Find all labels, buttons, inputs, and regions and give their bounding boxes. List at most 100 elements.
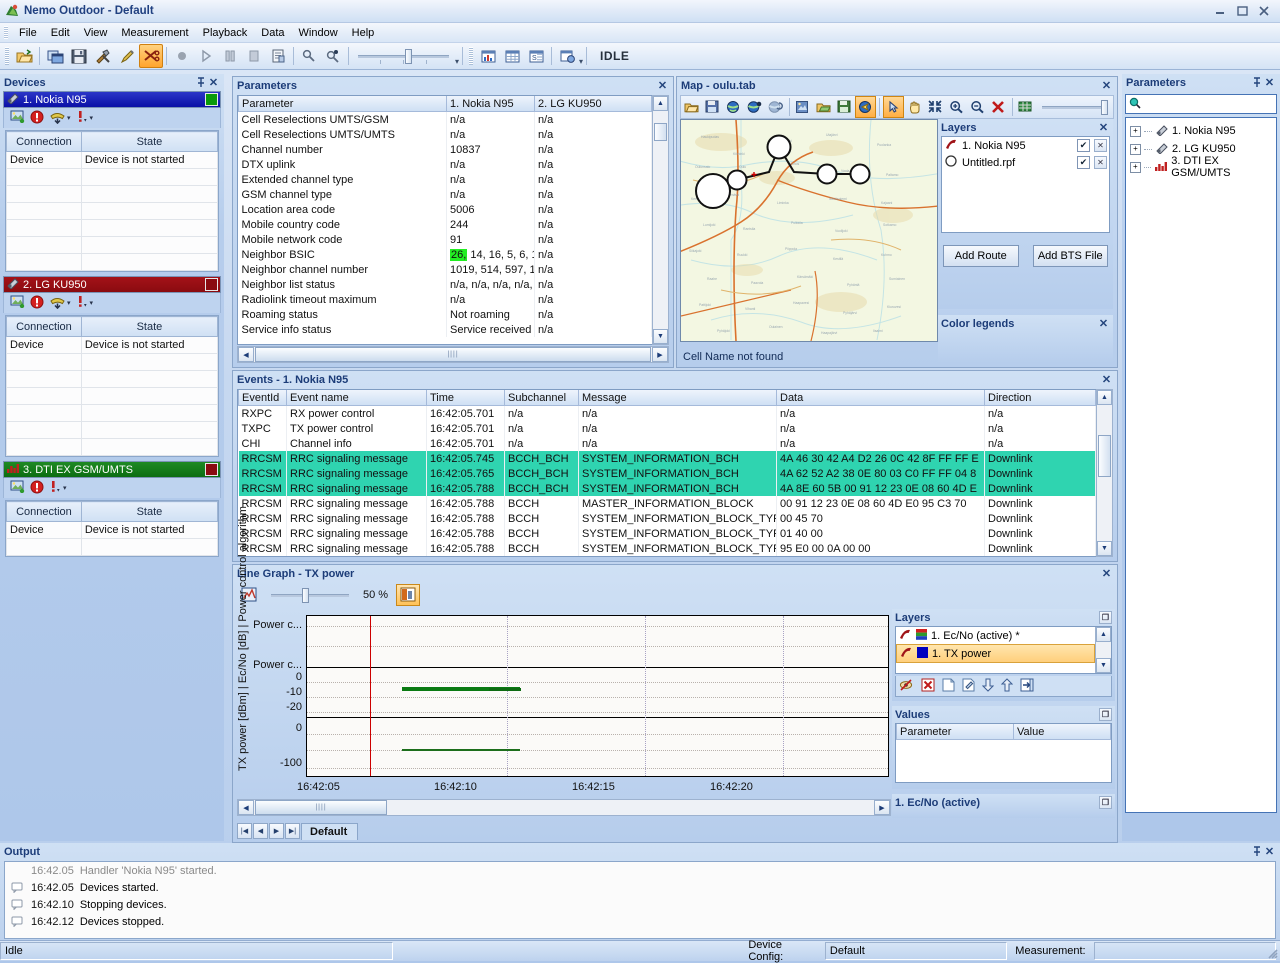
- pin-icon[interactable]: [1250, 845, 1263, 858]
- parameters-grid[interactable]: Parameter1. Nokia N952. LG KU950 Cell Re…: [237, 95, 653, 345]
- table-row[interactable]: [7, 405, 218, 422]
- menu-edit[interactable]: Edit: [44, 25, 77, 41]
- scroll-thumb-h[interactable]: ||||: [255, 347, 651, 362]
- table-row[interactable]: Neighbor channel number1019, 514, 597, 1…: [239, 262, 652, 277]
- dropdown-arrow-icon[interactable]: ▾: [67, 299, 71, 307]
- marker-icon[interactable]: [297, 44, 321, 68]
- values-column-header[interactable]: Parameter: [897, 724, 1014, 740]
- screenshot-icon[interactable]: [10, 110, 25, 126]
- table-row[interactable]: RRCSMRRC signaling message16:42:05.788BC…: [239, 541, 1096, 556]
- open-icon[interactable]: [12, 44, 36, 68]
- menu-help[interactable]: Help: [345, 25, 382, 41]
- table-row[interactable]: Radiolink timeout maximumn/an/a: [239, 292, 652, 307]
- new-grid-icon[interactable]: [500, 44, 524, 68]
- view-toolbar-overflow-icon[interactable]: ▾: [579, 57, 583, 69]
- scroll-down-icon[interactable]: ▼: [1096, 658, 1111, 673]
- scroll-down-icon[interactable]: ▼: [653, 329, 668, 344]
- table-row[interactable]: DeviceDevice is not started: [7, 337, 218, 354]
- close-button[interactable]: [1254, 3, 1274, 19]
- menu-measurement[interactable]: Measurement: [114, 25, 195, 41]
- table-row[interactable]: Cell Reselections UMTS/GSMn/an/a: [239, 112, 652, 128]
- menu-grip[interactable]: [4, 26, 8, 39]
- screenshot-icon[interactable]: [10, 295, 25, 311]
- table-row[interactable]: DeviceDevice is not started: [7, 522, 218, 539]
- table-row[interactable]: RRCSMRRC signaling message16:42:05.745BC…: [239, 451, 1096, 466]
- table-row[interactable]: [7, 254, 218, 271]
- scroll-left-icon[interactable]: ◀: [238, 800, 254, 815]
- map-layer-checkbox[interactable]: ✔: [1077, 139, 1090, 152]
- table-row[interactable]: [7, 186, 218, 203]
- device-header[interactable]: 2. LG KU950: [3, 276, 221, 293]
- table-row[interactable]: RRCSMRRC signaling message16:42:05.765BC…: [239, 466, 1096, 481]
- map-open-icon[interactable]: [681, 96, 702, 118]
- copy-window-icon[interactable]: [43, 44, 67, 68]
- output-row[interactable]: 16:42.10Stopping devices.: [5, 896, 1275, 913]
- time-cursor[interactable]: [370, 616, 371, 776]
- device-header[interactable]: 3. DTI EX GSM/UMTS: [3, 461, 221, 478]
- table-row[interactable]: Extended channel typen/an/a: [239, 172, 652, 187]
- error-icon[interactable]: [30, 480, 44, 497]
- visibility-off-icon[interactable]: [899, 678, 914, 695]
- save-icon[interactable]: [67, 44, 91, 68]
- close-icon[interactable]: ✕: [1097, 317, 1110, 330]
- toolbar-grip[interactable]: [5, 47, 9, 65]
- events-column-header[interactable]: EventId: [239, 390, 287, 406]
- plot-canvas[interactable]: [306, 615, 889, 777]
- menu-file[interactable]: File: [12, 25, 44, 41]
- menu-window[interactable]: Window: [292, 25, 345, 41]
- scroll-thumb[interactable]: [654, 123, 667, 141]
- dropdown-arrow-icon[interactable]: ▾: [67, 114, 71, 122]
- table-row[interactable]: DeviceDevice is not started: [7, 152, 218, 169]
- table-row[interactable]: Neighbor BSIC26, 14, 16, 5, 6, 14,n/a: [239, 247, 652, 262]
- new-chart-icon[interactable]: [476, 44, 500, 68]
- scroll-down-icon[interactable]: ▼: [1097, 541, 1112, 556]
- resize-grip-icon[interactable]: [1265, 946, 1279, 960]
- restore-icon[interactable]: ❐: [1099, 611, 1112, 624]
- hangup-icon[interactable]: [49, 295, 66, 312]
- table-row[interactable]: GSM channel typen/an/a: [239, 187, 652, 202]
- pen-icon[interactable]: [115, 44, 139, 68]
- prev-tab-icon[interactable]: ◀: [253, 823, 268, 839]
- table-row[interactable]: Neighbor list statusn/a, n/a, n/a, n/a, …: [239, 277, 652, 292]
- table-row[interactable]: [7, 422, 218, 439]
- close-icon[interactable]: ✕: [207, 76, 220, 89]
- delete-icon[interactable]: [988, 96, 1009, 118]
- output-row[interactable]: 16:42.12Devices stopped.: [5, 913, 1275, 930]
- graph-values-grid[interactable]: ParameterValue: [895, 723, 1112, 783]
- fit-icon[interactable]: [925, 96, 946, 118]
- tools-icon[interactable]: [91, 44, 115, 68]
- layer-open-icon[interactable]: [813, 96, 834, 118]
- table-row[interactable]: [7, 220, 218, 237]
- table-row[interactable]: RRCSMRRC signaling message16:42:05.788BC…: [239, 526, 1096, 541]
- pointer-icon[interactable]: [883, 96, 904, 118]
- events-column-header[interactable]: Data: [777, 390, 985, 406]
- toolbar-overflow-icon[interactable]: ▾: [455, 57, 459, 69]
- move-down-icon[interactable]: [982, 678, 994, 695]
- alert-icon[interactable]: [76, 110, 89, 127]
- scroll-up-icon[interactable]: ▲: [1096, 627, 1111, 642]
- expand-icon[interactable]: +: [1130, 126, 1141, 137]
- close-icon[interactable]: ✕: [1263, 76, 1276, 89]
- map-layer-remove-icon[interactable]: ✕: [1094, 156, 1107, 169]
- parameter-tree-row[interactable]: +3. DTI EX GSM/UMTS: [1126, 158, 1276, 176]
- move-up-icon[interactable]: [1001, 678, 1013, 695]
- delete-layer-icon[interactable]: [921, 678, 935, 695]
- scroll-left-icon[interactable]: ◀: [238, 347, 254, 362]
- new-map-icon[interactable]: [555, 44, 579, 68]
- table-row[interactable]: RRCSMRRC signaling message16:42:05.788BC…: [239, 511, 1096, 526]
- screenshot-icon[interactable]: [10, 480, 25, 496]
- tab-default[interactable]: Default: [301, 823, 358, 840]
- dropdown-arrow-icon[interactable]: ▾: [90, 114, 94, 122]
- menu-playback[interactable]: Playback: [196, 25, 255, 41]
- parameters-column-header[interactable]: 2. LG KU950: [535, 96, 652, 112]
- events-vscrollbar[interactable]: ▲ ▼: [1096, 389, 1113, 557]
- map-layer-row[interactable]: Untitled.rpf✔✕: [942, 154, 1109, 171]
- error-icon[interactable]: [30, 110, 44, 127]
- add-route-button[interactable]: Add Route: [943, 245, 1019, 267]
- marker-add-icon[interactable]: [321, 44, 345, 68]
- error-icon[interactable]: [30, 295, 44, 312]
- map-layers-list[interactable]: 1. Nokia N95✔✕Untitled.rpf✔✕: [941, 136, 1110, 233]
- table-row[interactable]: [7, 237, 218, 254]
- events-column-header[interactable]: Direction: [985, 390, 1096, 406]
- view-toolbar-grip[interactable]: [469, 47, 473, 65]
